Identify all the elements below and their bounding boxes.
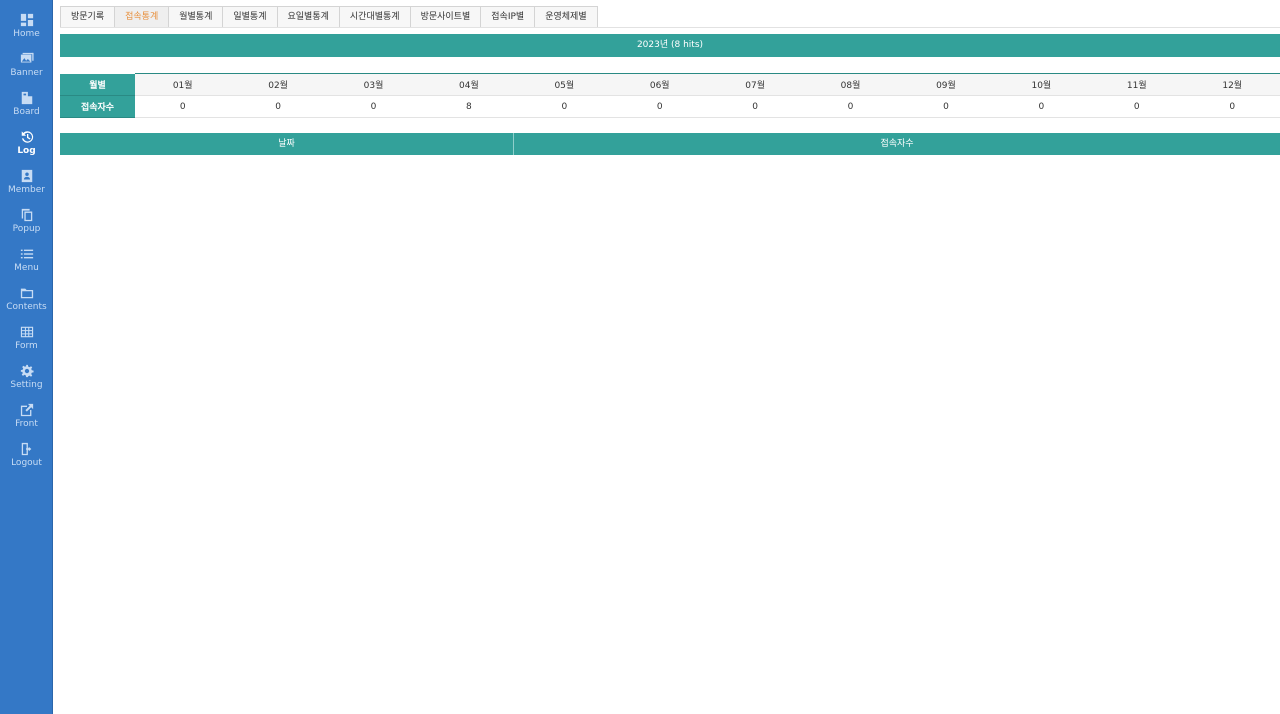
count-cell: 0 xyxy=(898,95,994,118)
sidebar-item-log[interactable]: Log xyxy=(0,125,53,164)
sidebar-item-setting[interactable]: Setting xyxy=(0,359,53,398)
sidebar-item-label: Menu xyxy=(14,263,39,273)
sidebar-item-label: Popup xyxy=(12,224,41,234)
sidebar-item-front[interactable]: Front xyxy=(0,398,53,437)
tab-by-ip[interactable]: 접속IP별 xyxy=(481,6,536,28)
sidebar-item-label: Front xyxy=(15,419,38,429)
tab-hourly-stats[interactable]: 시간대별통계 xyxy=(339,6,411,28)
table-row: 월별 01월 02월 03월 04월 05월 06월 07월 08월 09월 1… xyxy=(60,73,1280,96)
sidebar-item-banner[interactable]: Banner xyxy=(0,47,53,86)
daily-stats-header: 날짜 접속자수 xyxy=(60,133,1280,155)
row-header-month: 월별 xyxy=(60,73,135,96)
month-cell: 07월 xyxy=(707,73,803,96)
month-cell: 06월 xyxy=(612,73,708,96)
count-cell: 8 xyxy=(421,95,517,118)
logout-icon xyxy=(21,442,31,456)
count-cell: 0 xyxy=(1089,95,1185,118)
table-row: 접속자수 0 0 0 8 0 0 0 0 0 0 0 0 xyxy=(60,95,1280,118)
sidebar-item-home[interactable]: Home xyxy=(0,8,53,47)
sidebar-item-menu[interactable]: Menu xyxy=(0,242,53,281)
monthly-stats-table: 월별 01월 02월 03월 04월 05월 06월 07월 08월 09월 1… xyxy=(60,73,1280,118)
count-cell: 0 xyxy=(516,95,613,118)
sidebar-item-label: Log xyxy=(17,146,36,156)
tab-weekday-stats[interactable]: 요일별통계 xyxy=(277,6,340,28)
sidebar-item-label: Home xyxy=(13,29,40,39)
board-icon xyxy=(21,91,32,105)
image-icon xyxy=(20,52,34,63)
sidebar-item-contents[interactable]: Contents xyxy=(0,281,53,320)
year-summary-bar: 2023년 (8 hits) xyxy=(60,34,1280,57)
tab-divider xyxy=(60,27,1280,28)
month-cell: 09월 xyxy=(898,73,994,96)
month-cell: 04월 xyxy=(421,73,517,96)
id-card-icon xyxy=(21,169,32,183)
main-content: 방문기록 접속통계 월별통계 일별통계 요일별통계 시간대별통계 방문사이트별 … xyxy=(60,0,1280,714)
tab-daily-stats[interactable]: 일별통계 xyxy=(223,6,278,28)
month-cell: 10월 xyxy=(993,73,1090,96)
sidebar-item-popup[interactable]: Popup xyxy=(0,203,53,242)
month-cell: 05월 xyxy=(516,73,613,96)
count-cell: 0 xyxy=(707,95,803,118)
month-cell: 03월 xyxy=(325,73,422,96)
sidebar-item-label: Member xyxy=(7,185,46,195)
history-icon xyxy=(21,131,33,143)
count-cell: 0 xyxy=(325,95,422,118)
sidebar-item-label: Banner xyxy=(10,68,43,78)
tab-by-referrer-site[interactable]: 방문사이트별 xyxy=(410,6,482,28)
sidebar-item-label: Contents xyxy=(6,302,47,312)
tab-visit-log[interactable]: 방문기록 xyxy=(60,6,116,28)
sidebar-item-label: Form xyxy=(15,341,38,351)
list-icon xyxy=(20,249,33,259)
sidebar-item-form[interactable]: Form xyxy=(0,320,53,359)
table-icon xyxy=(20,326,33,338)
sidebar-item-label: Logout xyxy=(11,458,42,468)
count-cell: 0 xyxy=(135,95,231,118)
sidebar-item-label: Board xyxy=(13,107,40,117)
month-cell: 08월 xyxy=(802,73,899,96)
row-header-visitors: 접속자수 xyxy=(60,95,135,118)
count-cell: 0 xyxy=(802,95,899,118)
month-cell: 01월 xyxy=(135,73,231,96)
external-link-icon xyxy=(20,403,33,417)
column-header-date: 날짜 xyxy=(60,133,514,155)
sidebar-item-board[interactable]: Board xyxy=(0,86,53,125)
sidebar-item-label: Setting xyxy=(10,380,43,390)
count-cell: 0 xyxy=(612,95,708,118)
count-cell: 0 xyxy=(1184,95,1280,118)
tab-by-os[interactable]: 운영체제별 xyxy=(535,6,598,28)
dashboard-icon xyxy=(20,13,33,27)
folder-icon xyxy=(20,288,33,299)
sidebar: Home Banner Board Log Member Popup Menu … xyxy=(0,0,53,714)
month-cell: 12월 xyxy=(1184,73,1280,96)
month-cell: 11월 xyxy=(1089,73,1185,96)
sidebar-item-logout[interactable]: Logout xyxy=(0,437,53,476)
tab-bar: 방문기록 접속통계 월별통계 일별통계 요일별통계 시간대별통계 방문사이트별 … xyxy=(60,6,598,28)
sidebar-item-member[interactable]: Member xyxy=(0,164,53,203)
month-cell: 02월 xyxy=(230,73,326,96)
copy-icon xyxy=(21,208,32,222)
count-cell: 0 xyxy=(230,95,326,118)
column-header-visitors: 접속자수 xyxy=(514,133,1280,155)
tab-monthly-stats[interactable]: 월별통계 xyxy=(169,6,224,28)
count-cell: 0 xyxy=(993,95,1090,118)
tab-access-stats[interactable]: 접속통계 xyxy=(115,6,170,28)
gear-icon xyxy=(20,364,34,378)
